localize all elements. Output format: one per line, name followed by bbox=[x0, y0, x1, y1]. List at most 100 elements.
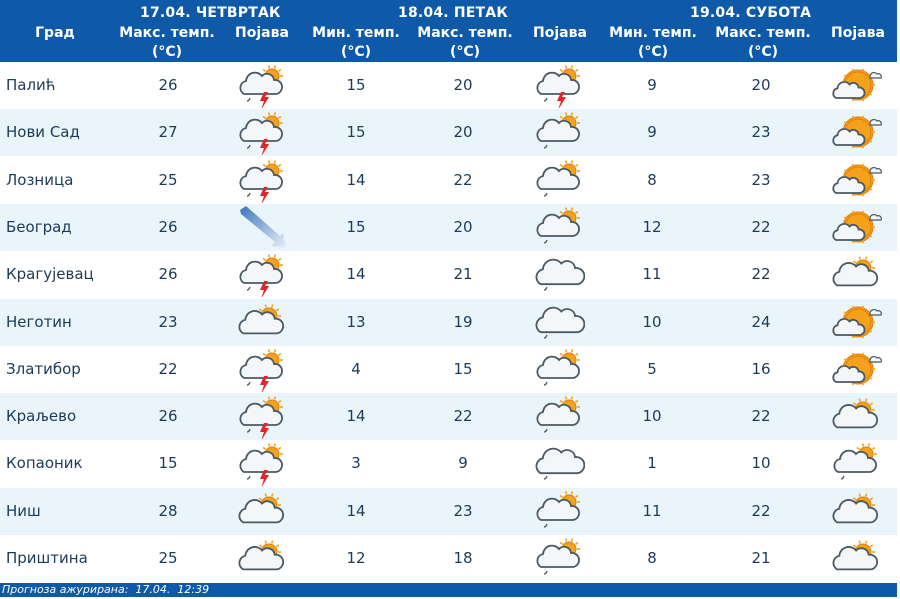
header-d3-max-unit: (°C) bbox=[747, 44, 779, 60]
cloud-sun-thunderstorm-icon bbox=[236, 64, 288, 110]
cloud-sun-rain-icon bbox=[830, 442, 882, 486]
table-row: Палић 26 15 20 9 20 bbox=[0, 62, 897, 110]
cloud-rain-icon bbox=[533, 253, 586, 297]
d2-max-temp: 22 bbox=[453, 407, 473, 426]
partly-cloudy-icon bbox=[830, 537, 882, 581]
sun-cloud-icon bbox=[830, 301, 882, 345]
d2-min-temp: 14 bbox=[346, 501, 366, 520]
d3-min-temp: 8 bbox=[647, 549, 657, 567]
table-row: Краљево 26 14 22 10 22 bbox=[0, 393, 897, 442]
d3-min-temp: 5 bbox=[647, 359, 657, 378]
d2-min-temp: 15 bbox=[346, 217, 366, 236]
sun-cloud-icon bbox=[830, 159, 882, 203]
cloud-rain-icon bbox=[533, 442, 586, 486]
d2-max-temp: 22 bbox=[453, 170, 473, 189]
update-footer: Прогноза ажурирана: 17.04. 12:39 bbox=[0, 583, 897, 597]
table-row: Приштина 25 12 18 8 21 bbox=[0, 535, 897, 582]
d3-max-temp: 10 bbox=[751, 454, 771, 473]
cloud-sun-thunderstorm-icon bbox=[236, 253, 288, 300]
d3-max-temp: 20 bbox=[751, 76, 771, 94]
d2-min-temp: 14 bbox=[346, 265, 366, 284]
d3-max-temp: 22 bbox=[751, 407, 771, 426]
table-row: Неготин 23 13 19 10 24 bbox=[0, 298, 897, 346]
city-name: Неготин bbox=[6, 312, 72, 331]
d2-max-temp: 23 bbox=[453, 501, 473, 520]
partly-cloudy-icon bbox=[830, 395, 882, 439]
d3-max-temp: 22 bbox=[751, 501, 771, 520]
d3-max-temp: 23 bbox=[751, 123, 771, 142]
d2-max-temp: 9 bbox=[458, 454, 468, 473]
d1-max-temp: 26 bbox=[158, 407, 178, 426]
d3-min-temp: 10 bbox=[642, 312, 662, 331]
city-name: Београд bbox=[6, 217, 72, 236]
header-d1-max-unit: (°C) bbox=[151, 44, 183, 60]
d3-max-temp: 16 bbox=[751, 359, 771, 378]
cloud-sun-rain-icon bbox=[533, 348, 585, 392]
city-name: Нови Сад bbox=[6, 123, 80, 142]
sun-cloud-icon bbox=[830, 348, 882, 392]
d1-max-temp: 27 bbox=[158, 123, 178, 142]
cloud-sun-rain-icon bbox=[533, 159, 585, 203]
d1-max-temp: 26 bbox=[158, 76, 178, 94]
partly-cloudy-icon bbox=[236, 490, 288, 534]
forecast-table: Град 17.04. ЧЕТВРТАК Макс. темп. (°C) Пој… bbox=[0, 0, 900, 599]
header-d2-min-label: Мин. темп. bbox=[312, 25, 400, 41]
d2-min-temp: 14 bbox=[346, 170, 366, 189]
d3-min-temp: 1 bbox=[647, 454, 657, 473]
d3-min-temp: 12 bbox=[642, 217, 662, 236]
d3-max-temp: 22 bbox=[751, 265, 771, 284]
cloud-rain-icon bbox=[533, 301, 586, 345]
header-d3-min: Мин. темп. (°C) bbox=[603, 24, 703, 62]
table-row: Лозница 25 14 22 8 23 bbox=[0, 156, 897, 205]
cloud-sun-thunderstorm-icon bbox=[236, 159, 288, 205]
d1-max-temp: 25 bbox=[158, 170, 178, 189]
table-row: Златибор 22 4 15 5 16 bbox=[0, 345, 897, 394]
d2-min-temp: 15 bbox=[346, 76, 366, 94]
d3-min-temp: 10 bbox=[642, 407, 662, 426]
header-d1-phenomenon: Појава bbox=[235, 25, 289, 41]
d3-max-temp: 23 bbox=[751, 170, 771, 189]
d1-max-temp: 25 bbox=[158, 549, 178, 567]
update-text: Прогноза ажурирана: 17.04. 12:39 bbox=[2, 583, 210, 596]
header-d3-min-unit: (°C) bbox=[637, 44, 669, 60]
sun-cloud-icon bbox=[830, 64, 882, 108]
city-name: Крагујевац bbox=[6, 265, 94, 284]
wind-arrow-icon bbox=[236, 205, 288, 250]
d3-max-temp: 24 bbox=[751, 312, 771, 331]
city-name: Краљево bbox=[6, 407, 77, 426]
d2-max-temp: 18 bbox=[453, 549, 473, 567]
d3-min-temp: 9 bbox=[647, 76, 657, 94]
city-name: Ниш bbox=[6, 501, 41, 520]
header-d3-min-label: Мин. темп. bbox=[609, 25, 697, 41]
table-header: Град 17.04. ЧЕТВРТАК Макс. темп. (°C) Пој… bbox=[0, 0, 897, 62]
header-day-2: 18.04. ПЕТАК bbox=[398, 5, 508, 21]
header-d2-max-label: Макс. темп. bbox=[417, 25, 513, 41]
city-name: Копаоник bbox=[6, 454, 83, 473]
cloud-sun-rain-icon bbox=[533, 111, 585, 155]
header-d3-phenomenon: Појава bbox=[831, 25, 885, 41]
header-d1-max: Макс. темп. (°C) bbox=[112, 24, 222, 62]
d2-max-temp: 15 bbox=[453, 359, 473, 378]
d1-max-temp: 26 bbox=[158, 217, 178, 236]
d2-max-temp: 20 bbox=[453, 76, 473, 94]
header-d2-max: Макс. темп. (°C) bbox=[410, 24, 520, 62]
cloud-sun-thunderstorm-icon bbox=[236, 395, 288, 442]
d3-min-temp: 11 bbox=[642, 265, 662, 284]
d3-min-temp: 8 bbox=[647, 170, 657, 189]
cloud-sun-rain-icon bbox=[533, 490, 585, 534]
city-name: Златибор bbox=[6, 359, 81, 378]
header-d2-min-unit: (°C) bbox=[340, 44, 372, 60]
table-row: Ниш 28 14 23 11 22 bbox=[0, 487, 897, 535]
d2-max-temp: 20 bbox=[453, 217, 473, 236]
table-row: Копаоник 15 3 9 1 10 bbox=[0, 440, 897, 489]
header-d1-max-label: Макс. темп. bbox=[119, 25, 215, 41]
sun-cloud-icon bbox=[830, 111, 882, 155]
table-row: Београд 26 15 20 12 22 bbox=[0, 203, 897, 251]
header-d2-min: Мин. темп. (°C) bbox=[306, 24, 406, 62]
d2-min-temp: 13 bbox=[346, 312, 366, 331]
header-d2-phenomenon: Појава bbox=[533, 25, 587, 41]
d2-min-temp: 4 bbox=[351, 359, 361, 378]
d3-min-temp: 9 bbox=[647, 123, 657, 142]
d3-min-temp: 11 bbox=[642, 501, 662, 520]
d1-max-temp: 28 bbox=[158, 501, 178, 520]
